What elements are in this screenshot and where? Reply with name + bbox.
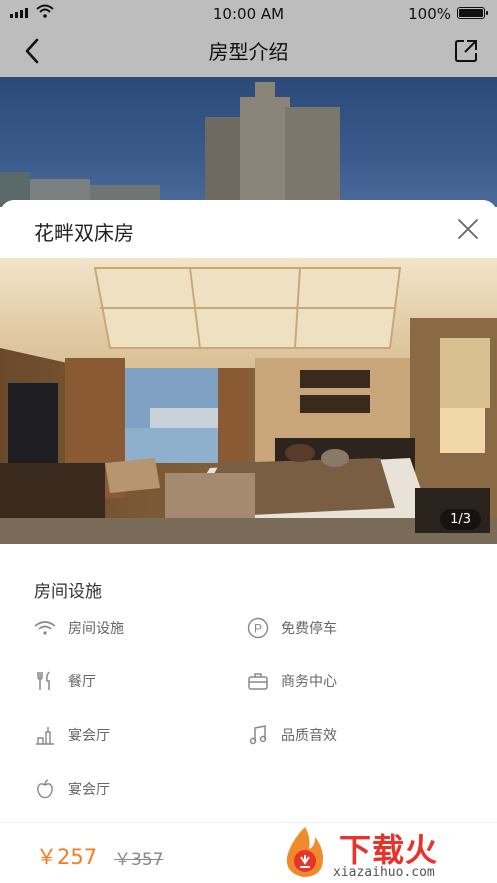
close-button[interactable] xyxy=(457,218,479,240)
amenity-item: 商务中心 xyxy=(247,670,337,692)
flame-logo-icon xyxy=(286,827,323,877)
hotel-exterior-image xyxy=(0,77,497,207)
section-title: 房间设施 xyxy=(34,582,102,602)
music-note-icon xyxy=(247,724,269,746)
svg-text:P: P xyxy=(254,622,262,636)
amenity-item: 房间设施 xyxy=(34,617,124,639)
watermark-logo: 下载火 xiazaihuo.com xyxy=(277,823,487,883)
room-name: 花畔双床房 xyxy=(34,221,134,245)
page-title: 房型介绍 xyxy=(208,40,289,64)
amenity-label: 商务中心 xyxy=(281,674,337,690)
room-detail-sheet: 花畔双床房 1/3 房间设施 房间设施 P 免费停车 餐厅 商务中心 宴会厅 品… xyxy=(0,200,497,883)
battery-icon xyxy=(457,7,488,19)
amenity-item: 品质音效 xyxy=(247,724,337,746)
amenity-item: 餐厅 xyxy=(34,670,96,692)
apple-icon xyxy=(34,778,56,800)
watermark-url: xiazaihuo.com xyxy=(333,865,435,880)
battery-percent: 100% xyxy=(408,5,451,23)
navigation-bar: 10:00 AM 100% 房型介绍 xyxy=(0,0,497,77)
current-price: ￥257 xyxy=(36,845,98,869)
original-price: ￥357 xyxy=(114,850,164,870)
amenity-label: 房间设施 xyxy=(68,621,124,637)
amenity-label: 宴会厅 xyxy=(68,728,110,744)
amenity-label: 品质音效 xyxy=(281,728,337,744)
amenity-label: 免费停车 xyxy=(281,621,337,637)
photo-counter: 1/3 xyxy=(440,509,481,530)
room-photo-illustration xyxy=(0,258,497,544)
banquet-icon xyxy=(34,724,56,746)
fork-knife-icon xyxy=(34,670,56,692)
amenity-label: 宴会厅 xyxy=(68,782,110,798)
parking-icon: P xyxy=(247,617,269,639)
amenity-item: 宴会厅 xyxy=(34,778,110,800)
price-footer: ￥257 ￥357 下载火 xiazaihuo.com xyxy=(0,822,497,883)
wifi-icon xyxy=(34,617,56,639)
briefcase-icon xyxy=(247,670,269,692)
amenity-item: P 免费停车 xyxy=(247,617,337,639)
amenity-item: 宴会厅 xyxy=(34,724,110,746)
status-bar: 10:00 AM 100% xyxy=(0,0,497,26)
amenity-label: 餐厅 xyxy=(68,674,96,690)
room-photo[interactable]: 1/3 xyxy=(0,258,497,544)
share-button[interactable] xyxy=(453,38,479,64)
